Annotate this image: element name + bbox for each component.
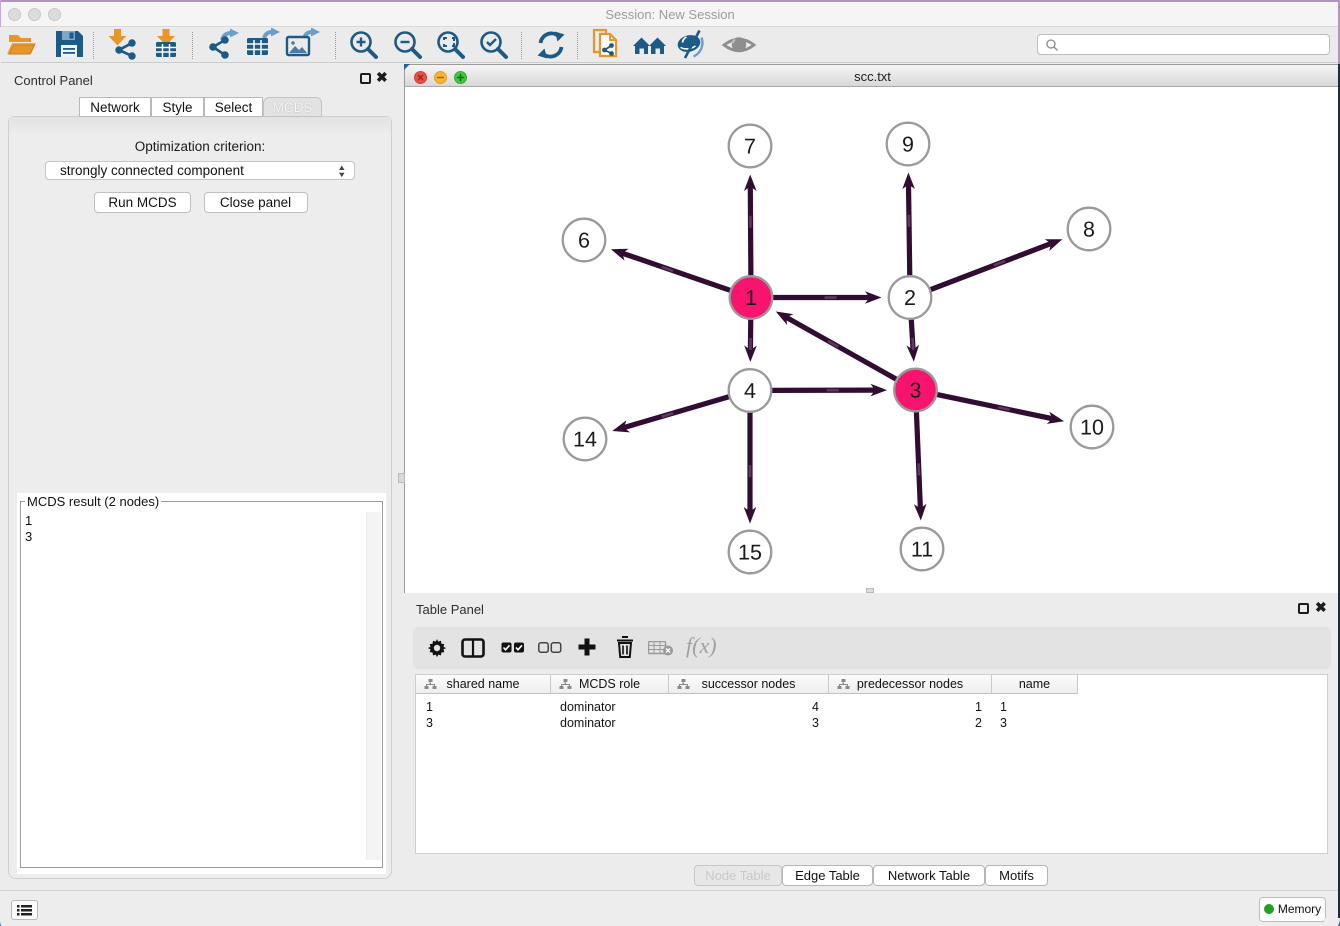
svg-text:9: 9	[902, 133, 914, 157]
svg-text:1: 1	[745, 286, 757, 310]
svg-text:4: 4	[744, 379, 756, 403]
svg-text:3: 3	[910, 379, 922, 403]
svg-text:11: 11	[911, 538, 933, 562]
svg-text:10: 10	[1080, 416, 1104, 440]
svg-text:15: 15	[738, 541, 762, 565]
svg-text:8: 8	[1083, 218, 1095, 242]
svg-text:7: 7	[744, 135, 756, 159]
svg-text:14: 14	[573, 428, 597, 452]
svg-text:2: 2	[904, 286, 916, 310]
svg-text:6: 6	[578, 229, 590, 253]
